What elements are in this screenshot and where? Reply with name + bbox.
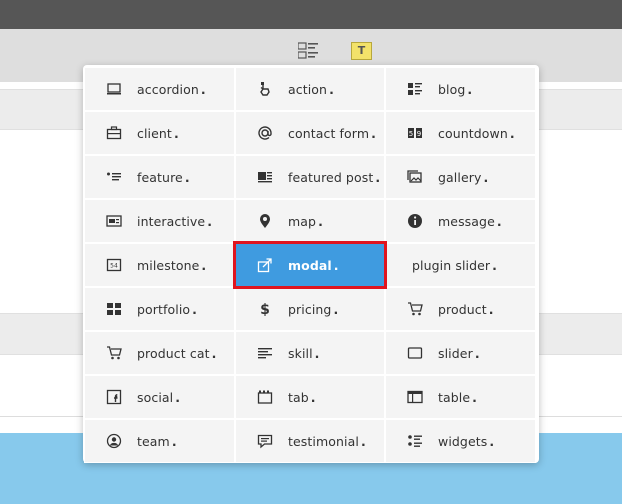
element-option-interactive[interactable]: interactive xyxy=(84,199,235,243)
element-option-milestone[interactable]: 54 milestone xyxy=(84,243,235,287)
message-icon xyxy=(406,212,424,230)
slider-icon xyxy=(406,344,424,362)
element-option-widgets[interactable]: widgets xyxy=(385,419,536,463)
element-option-gallery[interactable]: gallery xyxy=(385,155,536,199)
team-icon xyxy=(105,432,123,450)
element-option-skill[interactable]: skill xyxy=(235,331,385,375)
svg-text:$: $ xyxy=(260,302,270,317)
element-option-label: feature xyxy=(137,156,190,200)
blog-icon xyxy=(406,80,424,98)
action-icon xyxy=(256,80,274,98)
element-option-label: action xyxy=(288,68,334,112)
element-option-label: countdown xyxy=(438,112,515,156)
element-picker-popup: accordion action blog client contact form 59 c… xyxy=(83,65,539,463)
top-bar xyxy=(0,0,622,29)
element-option-label: gallery xyxy=(438,156,488,200)
element-option-label: accordion xyxy=(137,68,206,112)
widgets-icon xyxy=(406,432,424,450)
layout-icon[interactable] xyxy=(297,42,320,60)
element-option-label: social xyxy=(137,376,180,420)
svg-text:54: 54 xyxy=(110,263,118,270)
client-icon xyxy=(105,124,123,142)
element-option-featured-post[interactable]: featured post xyxy=(235,155,385,199)
element-option-label: contact form xyxy=(288,112,376,156)
element-option-map[interactable]: map xyxy=(235,199,385,243)
element-option-label: portfolio xyxy=(137,288,197,332)
product-cat-icon xyxy=(105,344,123,362)
element-option-message[interactable]: message xyxy=(385,199,536,243)
element-option-label: map xyxy=(288,200,323,244)
element-option-label: interactive xyxy=(137,200,212,244)
portfolio-icon xyxy=(105,300,123,318)
element-option-modal[interactable]: modal xyxy=(233,241,387,289)
element-option-label: table xyxy=(438,376,477,420)
element-option-pricing[interactable]: $ pricing xyxy=(235,287,385,331)
element-option-label: product cat xyxy=(137,332,216,376)
element-option-action[interactable]: action xyxy=(235,67,385,111)
element-option-label: milestone xyxy=(137,244,206,288)
modal-icon xyxy=(256,256,274,274)
text-element-button[interactable]: T xyxy=(351,42,372,60)
element-option-feature[interactable]: feature xyxy=(84,155,235,199)
element-option-team[interactable]: team xyxy=(84,419,235,463)
svg-text:9: 9 xyxy=(417,130,421,138)
element-option-label: client xyxy=(137,112,179,156)
element-option-label: featured post xyxy=(288,156,380,200)
element-option-table[interactable]: table xyxy=(385,375,536,419)
accordion-icon xyxy=(105,80,123,98)
element-option-testimonial[interactable]: testimonial xyxy=(235,419,385,463)
featured-post-icon xyxy=(256,168,274,186)
element-option-label: message xyxy=(438,200,502,244)
element-option-product[interactable]: product xyxy=(385,287,536,331)
social-icon xyxy=(105,388,123,406)
milestone-icon: 54 xyxy=(105,256,123,274)
element-option-plugin-slider[interactable]: plugin slider xyxy=(385,243,536,287)
element-option-blog[interactable]: blog xyxy=(385,67,536,111)
interactive-icon xyxy=(105,212,123,230)
element-option-accordion[interactable]: accordion xyxy=(84,67,235,111)
element-option-label: blog xyxy=(438,68,472,112)
element-option-client[interactable]: client xyxy=(84,111,235,155)
element-option-label: pricing xyxy=(288,288,338,332)
element-option-label: tab xyxy=(288,376,316,420)
element-grid: accordion action blog client contact form 59 c… xyxy=(84,67,538,463)
feature-icon xyxy=(105,168,123,186)
pricing-icon: $ xyxy=(256,300,274,318)
element-option-label: plugin slider xyxy=(412,244,497,288)
element-option-label: team xyxy=(137,420,177,464)
product-icon xyxy=(406,300,424,318)
map-icon xyxy=(256,212,274,230)
element-option-label: skill xyxy=(288,332,320,376)
element-option-tab[interactable]: tab xyxy=(235,375,385,419)
gallery-icon xyxy=(406,168,424,186)
table-icon xyxy=(406,388,424,406)
element-option-product-cat[interactable]: product cat xyxy=(84,331,235,375)
svg-text:5: 5 xyxy=(409,130,413,138)
element-option-label: widgets xyxy=(438,420,494,464)
element-option-label: slider xyxy=(438,332,480,376)
tab-icon xyxy=(256,388,274,406)
element-option-countdown[interactable]: 5 9 countdown xyxy=(385,111,536,155)
element-option-social[interactable]: social xyxy=(84,375,235,419)
countdown-icon: 59 xyxy=(406,124,424,142)
element-option-label: modal xyxy=(288,244,339,288)
element-option-contact-form[interactable]: contact form xyxy=(235,111,385,155)
contact-form-icon xyxy=(256,124,274,142)
element-option-slider[interactable]: slider xyxy=(385,331,536,375)
element-option-portfolio[interactable]: portfolio xyxy=(84,287,235,331)
skill-icon xyxy=(256,344,274,362)
element-option-label: testimonial xyxy=(288,420,366,464)
testimonial-icon xyxy=(256,432,274,450)
element-option-label: product xyxy=(438,288,494,332)
